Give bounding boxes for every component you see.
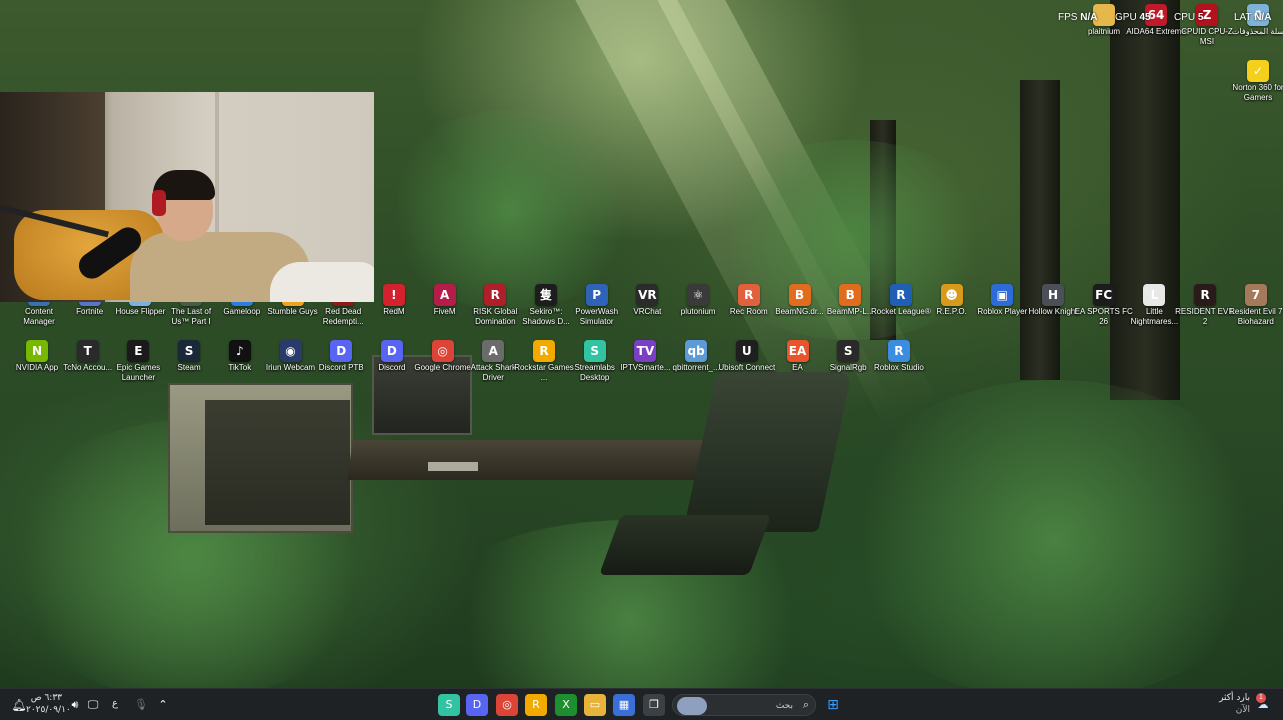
webcam-blanket xyxy=(270,262,374,302)
desktop-shortcut-label: plaitnium xyxy=(1087,27,1120,36)
xbox-taskbar-icon[interactable]: X xyxy=(555,694,577,716)
chevron-up-icon[interactable]: ⌃ xyxy=(152,694,174,716)
streamlabs-taskbar-icon[interactable]: S xyxy=(438,694,460,716)
risk-icon: R xyxy=(484,284,507,306)
chrome-icon: ◎ xyxy=(431,340,454,362)
fps-value: N/A xyxy=(1080,12,1098,23)
resident-evil-7-icon: 7 xyxy=(1244,284,1267,306)
chrome-taskbar-icon[interactable]: ◎ xyxy=(496,694,518,716)
iptv-icon: TV xyxy=(634,340,657,362)
roblox-studio-icon: R xyxy=(887,340,910,362)
input-language[interactable]: ع xyxy=(112,698,118,709)
lat-label: LAT xyxy=(1234,12,1252,23)
discord-taskbar-icon[interactable]: D xyxy=(466,694,488,716)
task-view-taskbar-icon[interactable]: ❐ xyxy=(643,694,665,716)
cpu-value: 5 xyxy=(1197,12,1204,23)
store-taskbar-icon[interactable]: ▦ xyxy=(613,694,635,716)
roblox-icon: ▣ xyxy=(991,284,1014,306)
fps-readout: FPS N/A xyxy=(1058,12,1097,23)
webcam-overlay xyxy=(0,92,374,302)
rec-room-icon: R xyxy=(737,284,760,306)
powerwash-icon: P xyxy=(585,284,608,306)
desktop-shortcut[interactable]: R Roblox Studio xyxy=(869,340,929,392)
search-highlight-icon xyxy=(677,697,707,715)
weather-badge: 1 xyxy=(1256,693,1266,703)
little-nightmares-icon: L xyxy=(1143,284,1166,306)
attack-shark-icon: A xyxy=(482,340,505,362)
epic-games-icon: E xyxy=(127,340,150,362)
chair-back xyxy=(682,372,853,532)
taskbar: 🔔︎ ٦:٣٣ ص ٢٠٢٥/٠٩/١٠ 🔊︎ 🖵︎ ع 🎙︎ ⌃ S D ◎ R X ▭… xyxy=(0,688,1283,720)
windows-start-icon[interactable]: ⊞ xyxy=(822,694,844,716)
foliage xyxy=(380,110,640,310)
search-input[interactable] xyxy=(711,698,793,714)
nvidia-icon: N xyxy=(26,340,48,362)
cpu-readout: CPU 5 xyxy=(1174,12,1203,23)
signalrgb-icon: S xyxy=(837,340,860,362)
redm-icon: ! xyxy=(382,284,405,306)
webcam-headset xyxy=(152,190,166,216)
sekiro-icon: 隻 xyxy=(535,284,557,306)
desk-top xyxy=(347,440,723,480)
ea-icon: EA xyxy=(786,340,809,362)
iriun-icon: ◉ xyxy=(279,340,302,362)
steam-icon: S xyxy=(178,340,201,362)
desktop-shortcut-label: سلة المحذوفات xyxy=(1231,27,1283,36)
qbittorrent-icon: qb xyxy=(685,340,708,362)
chair-seat xyxy=(599,515,771,575)
hollow-knight-icon: H xyxy=(1042,284,1064,306)
network-icon[interactable]: 🖵︎ xyxy=(82,694,104,716)
rocket-league-icon: R xyxy=(889,284,912,306)
desk-side-inner xyxy=(205,400,350,525)
resident-evil-2-icon: R xyxy=(1194,284,1217,306)
tree-trunk xyxy=(1110,0,1180,400)
gpu-value: 45 xyxy=(1139,12,1151,23)
lat-value: N/A xyxy=(1254,12,1272,23)
streamlabs-icon: S xyxy=(583,340,606,362)
desktop-shortcut-label: Norton 360 for Gamers xyxy=(1232,83,1283,102)
discord-ptb-icon: D xyxy=(330,340,353,362)
fps-label: FPS xyxy=(1058,12,1078,23)
repo-icon: ☻ xyxy=(940,284,963,306)
gpu-label: GPU xyxy=(1115,12,1137,23)
clock-time[interactable]: ٦:٣٣ ص xyxy=(28,693,62,703)
lat-readout: LAT N/A xyxy=(1234,12,1271,23)
plutonium-icon: ⚛ xyxy=(687,284,710,306)
discord-icon: D xyxy=(380,340,403,362)
ubisoft-icon: U xyxy=(735,340,758,362)
cpu-label: CPU xyxy=(1174,12,1196,23)
search-box[interactable]: ⌕ xyxy=(672,694,816,716)
tcno-icon: T xyxy=(76,340,99,362)
beammp-icon: B xyxy=(839,284,862,306)
vrchat-icon: VR xyxy=(636,284,659,306)
ea-fc-icon: FC xyxy=(1092,284,1115,306)
rockstar-icon: R xyxy=(533,340,555,362)
fivem-icon: A xyxy=(433,284,456,306)
desktop-shortcut[interactable]: 7 Resident Evil 7 Biohazard xyxy=(1226,284,1283,336)
rockstar-taskbar-icon[interactable]: R xyxy=(525,694,547,716)
desktop-shortcut-label: Resident Evil 7 Biohazard xyxy=(1229,307,1283,326)
tiktok-icon: ♪ xyxy=(228,340,251,362)
microphone-icon[interactable]: 🎙︎ xyxy=(130,694,152,716)
keyboard xyxy=(428,462,478,471)
beamng-icon: B xyxy=(788,284,811,306)
search-icon: ⌕ xyxy=(802,698,809,711)
foliage xyxy=(830,380,1280,688)
gpu-readout: GPU 45 xyxy=(1115,12,1151,23)
norton-icon: ✓ xyxy=(1247,60,1269,82)
desktop-shortcut[interactable]: ✓ Norton 360 for Gamers xyxy=(1228,60,1283,112)
desktop-shortcut-label: Roblox Studio xyxy=(873,363,924,372)
file-explorer-taskbar-icon[interactable]: ▭ xyxy=(584,694,606,716)
weather-condition[interactable]: بارد أكثر xyxy=(1212,693,1250,703)
weather-time[interactable]: الآن xyxy=(1212,705,1250,715)
clock-date[interactable]: ٢٠٢٥/٠٩/١٠ xyxy=(26,705,71,715)
